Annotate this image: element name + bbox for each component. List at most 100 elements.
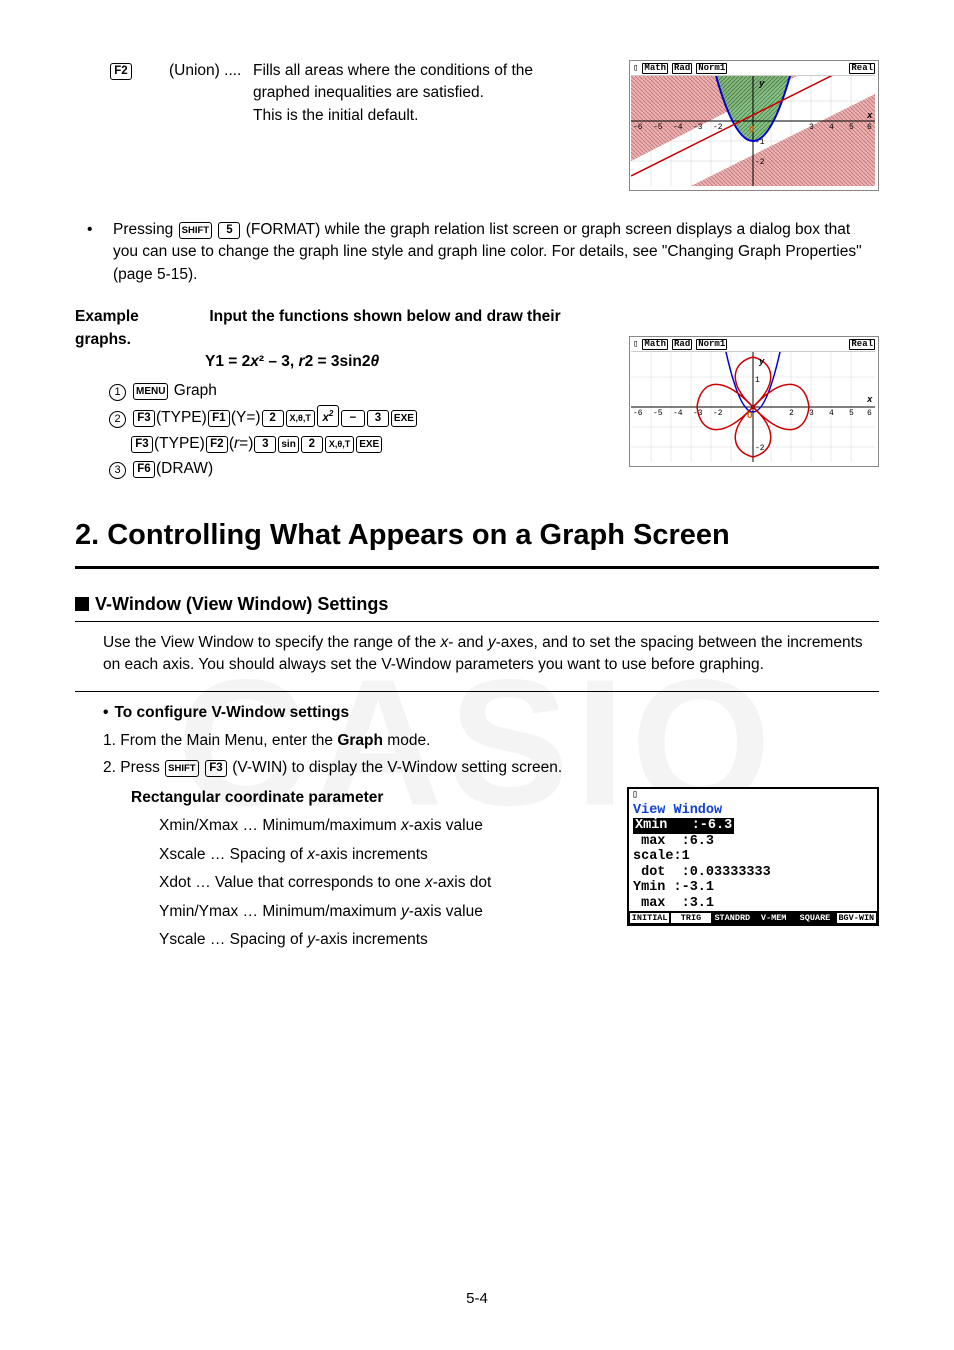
fe: 2 = 3sin2	[305, 353, 371, 370]
svg-text:2: 2	[789, 409, 794, 418]
mode-norm2: Norm1	[696, 339, 727, 350]
fa: Y1 = 2	[205, 353, 250, 370]
inequality-graph-screenshot: ▯ Math Rad Norm1 Real	[629, 60, 879, 191]
union-desc3: This is the initial default.	[253, 107, 418, 124]
fk-trig[interactable]: TRIG	[670, 912, 711, 924]
rect-heading: Rectangular coordinate parameter	[131, 787, 615, 809]
key-xt[interactable]: X,θ,T	[286, 410, 315, 427]
svg-text:-5: -5	[653, 123, 663, 132]
ftheta: θ	[370, 353, 379, 370]
calc-topbar: ▯ Math Rad Norm1 Real	[631, 62, 877, 75]
s1a: 1. From the Main Menu, enter the	[103, 732, 337, 749]
key-sin[interactable]: sin	[278, 436, 298, 453]
svg-text:6: 6	[867, 409, 872, 418]
vwin-description: Use the View Window to specify the range…	[103, 632, 879, 677]
example-step: 1MENU Graph	[109, 380, 617, 402]
s1c: mode.	[383, 732, 430, 749]
vw-row: scale:1	[629, 849, 877, 865]
mode-math2: Math	[642, 339, 668, 350]
svg-text:4: 4	[829, 123, 834, 132]
key-x[interactable]: x2	[317, 405, 339, 427]
vwindow-heading: V-Window (View Window) Settings	[75, 591, 879, 622]
vd-a: Use the View Window to specify the range…	[103, 634, 440, 651]
svg-text:y: y	[758, 79, 765, 89]
mode-real2: Real	[849, 339, 875, 350]
svg-text:x: x	[866, 111, 873, 121]
fb: x	[250, 353, 259, 370]
vd-d: y	[488, 634, 496, 651]
example-step: 2F3(TYPE)F1(Y=)2X,θ,Tx2−3EXE	[109, 405, 617, 429]
example-step: 3F6(DRAW)	[109, 458, 617, 480]
key-menu[interactable]: MENU	[133, 383, 168, 400]
step-text: (Y=)	[231, 409, 261, 426]
f3-key-2[interactable]: F3	[205, 760, 227, 777]
fk-initial[interactable]: INITIAL	[629, 912, 670, 924]
configure-section: To configure V-Window settings 1. From t…	[75, 691, 879, 958]
inequality-graph-svg: y x O -6-5-4 -3-2 3456 -1-2	[631, 75, 875, 186]
f2-key[interactable]: F2	[110, 63, 132, 80]
vw-fkeys: INITIAL TRIG STANDRD V-MEM SQUARE BGV-WI…	[629, 911, 877, 924]
svg-text:-2: -2	[755, 158, 765, 167]
mode-rad2: Rad	[672, 339, 692, 350]
fk-square[interactable]: SQUARE	[794, 912, 835, 924]
polar-graph-screenshot: ▯ Math Rad Norm1 Real	[629, 336, 879, 467]
step-number: 3	[109, 462, 126, 479]
mode-real: Real	[849, 63, 875, 74]
svg-text:O: O	[747, 411, 753, 421]
key-3[interactable]: 3	[367, 410, 389, 427]
vwindow-screenshot: ▯ View Window Xmin :-6.3 max :6.3scale:1…	[627, 787, 879, 926]
svg-text:5: 5	[849, 409, 854, 418]
union-row: F2 (Union) .... Fills all areas where th…	[75, 60, 609, 127]
key-exe[interactable]: EXE	[391, 410, 417, 427]
s1b: Graph	[337, 732, 383, 749]
example-step: F3(TYPE)F2(r=)3sin2X,θ,TEXE	[109, 433, 617, 455]
step-text: =)	[239, 435, 253, 452]
fk-vmem[interactable]: V-MEM	[753, 912, 794, 924]
svg-text:-4: -4	[673, 409, 683, 418]
svg-text:6: 6	[867, 123, 872, 132]
section-2-title: 2. Controlling What Appears on a Graph S…	[75, 514, 879, 569]
polar-graph-svg: y x O -6-5-4 -3-2 234 56 1-2	[631, 351, 875, 462]
vwin-heading-text: V-Window (View Window) Settings	[95, 594, 388, 614]
key-f1[interactable]: F1	[208, 410, 230, 427]
svg-text:4: 4	[829, 409, 834, 418]
s2a: 2. Press	[103, 759, 164, 776]
union-block: F2 (Union) .... Fills all areas where th…	[75, 60, 879, 199]
shift-key-2[interactable]: SHIFT	[165, 760, 198, 777]
svg-text:-3: -3	[693, 123, 703, 132]
svg-text:-6: -6	[633, 123, 643, 132]
mode-rad: Rad	[672, 63, 692, 74]
fk-standrd[interactable]: STANDRD	[712, 912, 753, 924]
key-[interactable]: −	[341, 410, 365, 427]
svg-text:5: 5	[849, 123, 854, 132]
step-text: (TYPE)	[156, 409, 207, 426]
key-exe[interactable]: EXE	[356, 436, 382, 453]
key-f3[interactable]: F3	[133, 410, 155, 427]
svg-text:-2: -2	[713, 123, 723, 132]
key-f6[interactable]: F6	[133, 461, 155, 478]
svg-text:-2: -2	[713, 409, 723, 418]
mode-norm: Norm1	[696, 63, 727, 74]
key-3[interactable]: 3	[254, 436, 276, 453]
format-note: • Pressing SHIFT 5 (FORMAT) while the gr…	[87, 219, 879, 286]
key-f2[interactable]: F2	[206, 436, 228, 453]
svg-text:3: 3	[809, 409, 814, 418]
param-row: Xdot … Value that corresponds to one x-a…	[159, 872, 615, 894]
fk-bgvwin[interactable]: BGV-WIN	[836, 912, 877, 924]
configure-heading: To configure V-Window settings	[103, 704, 349, 721]
battery-icon: ▯	[633, 340, 638, 349]
key-2[interactable]: 2	[262, 410, 284, 427]
key-f3[interactable]: F3	[131, 436, 153, 453]
five-key[interactable]: 5	[218, 222, 240, 239]
step-text: Graph	[169, 382, 216, 399]
vd-c: - and	[448, 634, 488, 651]
union-label: (Union)	[169, 62, 220, 79]
shift-key[interactable]: SHIFT	[179, 222, 212, 239]
key-2[interactable]: 2	[301, 436, 323, 453]
example-block: Example Input the functions shown below …	[75, 306, 879, 483]
vw-row: max :6.3	[629, 834, 877, 850]
key-xt[interactable]: X,θ,T	[325, 436, 354, 453]
svg-text:3: 3	[809, 123, 814, 132]
union-desc1: Fills all areas where the conditions of …	[253, 62, 533, 79]
svg-text:x: x	[866, 395, 873, 405]
